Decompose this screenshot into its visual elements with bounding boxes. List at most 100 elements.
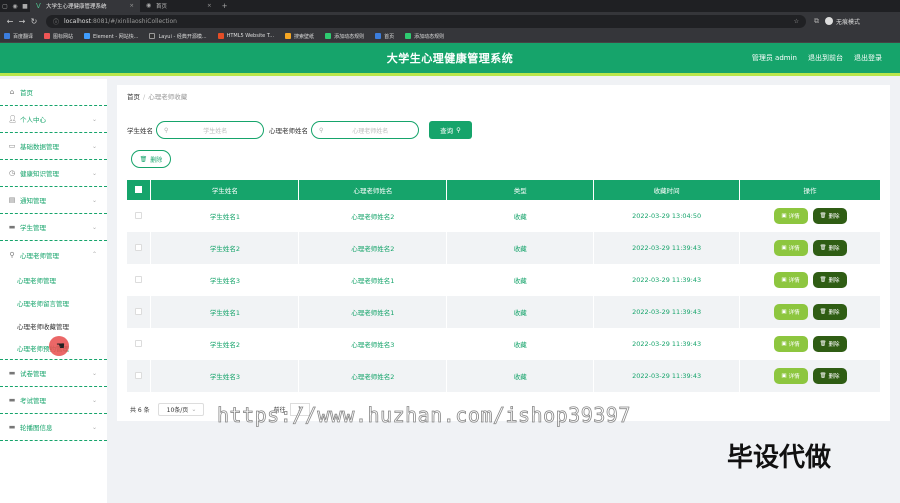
teacher-name-input[interactable]: ⚲ 心理老师姓名 (311, 121, 419, 139)
window-icon[interactable]: ▢ (0, 0, 10, 12)
new-tab-icon[interactable]: + (222, 2, 228, 10)
delete-button[interactable]: 🗑︎ 删除 (812, 240, 847, 256)
chevron-up-icon: ⌃ (91, 251, 97, 258)
sidebar-item-notice[interactable]: ▤ 通知管理 ⌄ (0, 187, 107, 214)
row-checkbox[interactable] (135, 243, 143, 251)
table-header-row: 学生姓名 心理老师姓名 类型 收藏时间 操作 (127, 180, 881, 200)
row-checkbox[interactable] (135, 371, 143, 379)
bookmark-item[interactable]: 添加动态规则 (405, 33, 444, 40)
trash-icon: 🗑︎ (139, 155, 148, 163)
card-icon: ▬ (8, 423, 16, 431)
globe-icon[interactable]: ◉ (10, 0, 20, 12)
close-tab-icon[interactable]: × (207, 3, 212, 9)
sidebar-item-health-knowledge[interactable]: ◷ 健康知识管理 ⌄ (0, 160, 107, 187)
cell-collect-time: 2022-03-29 11:39:43 (593, 296, 741, 328)
trash-icon: 🗑︎ (819, 213, 827, 219)
sidebar-subitem-teacher-collection[interactable]: 心理老师收藏管理 (0, 314, 107, 337)
bookmark-item[interactable]: 搜索壁纸 (285, 33, 314, 40)
bookmark-item[interactable]: 首页 (375, 33, 394, 40)
star-icon[interactable]: ☆ (794, 18, 799, 25)
caption-text: 毕设代做 (727, 443, 832, 473)
cell-collect-time: 2022-03-29 11:39:43 (593, 232, 741, 264)
teacher-name-placeholder: 心理老师姓名 (352, 127, 389, 135)
sidebar-item-exam[interactable]: ▬ 考试管理 ⌄ (0, 387, 107, 414)
url-path: :8081/#/xinlilaoshiCollection (90, 17, 177, 25)
row-checkbox[interactable] (135, 211, 143, 219)
bookmark-item[interactable]: Layui - 经典开源模... (149, 33, 207, 40)
row-checkbox[interactable] (135, 307, 143, 315)
cell-type: 收藏 (446, 296, 595, 328)
search-icon: ⚲ (164, 126, 169, 134)
sidebar-item-teacher[interactable]: ⚲ 心理老师管理 ⌃ (0, 241, 107, 268)
select-all-cell (127, 180, 152, 200)
sidebar-item-home[interactable]: ⌂ 首页 (0, 79, 107, 106)
sidebar-item-profile[interactable]: 👤︎ 个人中心 ⌄ (0, 106, 107, 133)
pager-total: 共 6 条 (130, 407, 150, 414)
detail-button[interactable]: ▣ 详情 (773, 272, 808, 288)
current-user: 管理员 admin (751, 54, 797, 62)
cell-actions: ▣ 详情 🗑︎ 删除 (739, 328, 881, 360)
bookmark-item[interactable]: 图标网站 (44, 33, 73, 40)
cell-student-name: 学生姓名1 (150, 296, 300, 328)
bookmark-item[interactable]: 添加动态规则 (325, 33, 364, 40)
sidebar-item-paper[interactable]: ▬ 试卷管理 ⌄ (0, 360, 107, 387)
detail-button[interactable]: ▣ 详情 (773, 304, 808, 320)
delete-button[interactable]: 🗑︎ 删除 (812, 208, 847, 224)
select-all-checkbox[interactable] (135, 185, 143, 193)
chevron-down-icon: ⌄ (91, 423, 97, 431)
search-icon: ⚲ (456, 126, 461, 134)
page-size-select[interactable]: 10条/页 ⌄ (157, 403, 204, 416)
detail-button[interactable]: ▣ 详情 (773, 336, 808, 352)
bookmark-item[interactable]: HTML5 Website T... (217, 33, 274, 39)
student-name-input[interactable]: ⚲ 学生姓名 (156, 121, 264, 139)
hand-cursor-icon: ☚ (56, 341, 65, 352)
cell-student-name: 学生姓名3 (150, 360, 300, 392)
delete-button[interactable]: 🗑︎ 删除 (812, 304, 847, 320)
close-tab-icon[interactable]: × (129, 3, 134, 9)
detail-button[interactable]: ▣ 详情 (773, 208, 808, 224)
chevron-down-icon: ⌄ (91, 369, 97, 377)
breadcrumb-home[interactable]: 首页 (127, 93, 140, 101)
user-icon: 👤︎ (8, 115, 17, 123)
chevron-down-icon: ⌄ (91, 115, 97, 123)
bookmark-item[interactable]: 百度翻译 (4, 33, 33, 40)
cell-collect-time: 2022-03-29 11:39:43 (593, 264, 741, 296)
sidebar-item-student[interactable]: ▬ 学生管理 ⌄ (0, 214, 107, 241)
header-type: 类型 (446, 180, 595, 200)
detail-button[interactable]: ▣ 详情 (773, 240, 808, 256)
query-button[interactable]: 查询 ⚲ (429, 121, 472, 139)
sidebar-subitem-teacher[interactable]: 心理老师管理 (0, 268, 107, 291)
bookmark-item[interactable]: Element - 网站快... (84, 33, 138, 40)
profile-button[interactable]: 无痕模式 (825, 17, 860, 26)
extensions-icon[interactable]: ⧉ (814, 17, 819, 26)
chevron-down-icon: ⌄ (91, 396, 97, 404)
browser-tab-active[interactable]: V 大学生心理健康管理系统 × (30, 0, 140, 12)
collection-table: 学生姓名 心理老师姓名 类型 收藏时间 操作 学生姓名1 心理老师姓名2 收藏 … (127, 180, 881, 392)
row-checkbox[interactable] (135, 275, 143, 283)
tab-square-icon[interactable]: ■ (20, 0, 30, 12)
search-icon: ⚲ (319, 126, 324, 134)
sidebar-item-carousel[interactable]: ▬ 轮播图信息 ⌄ (0, 414, 107, 441)
browser-tab-second[interactable]: ◉ 首页 × (140, 0, 218, 12)
delete-button[interactable]: 🗑︎ 删除 (812, 368, 847, 384)
detail-button[interactable]: ▣ 详情 (773, 368, 808, 384)
row-checkbox[interactable] (135, 339, 143, 347)
to-front-link[interactable]: 退出到前台 (808, 53, 843, 63)
doc-icon: ▤ (8, 196, 16, 204)
delete-button[interactable]: 🗑︎ 删除 (812, 272, 847, 288)
forward-icon[interactable]: → (16, 17, 28, 26)
header-student-name: 学生姓名 (150, 180, 300, 200)
logout-link[interactable]: 退出登录 (854, 53, 882, 63)
delete-button[interactable]: 🗑︎ 删除 (812, 336, 847, 352)
batch-delete-button[interactable]: 🗑︎ 删除 (131, 150, 171, 168)
chevron-down-icon: ⌄ (191, 406, 197, 413)
url-input[interactable]: ⓘ localhost :8081/#/xinlilaoshiCollectio… (46, 14, 806, 28)
sidebar-subitem-teacher-message[interactable]: 心理老师留言管理 (0, 291, 107, 314)
cell-actions: ▣ 详情 🗑︎ 删除 (739, 360, 881, 392)
back-icon[interactable]: ← (4, 17, 16, 26)
cell-actions: ▣ 详情 🗑︎ 删除 (739, 264, 881, 296)
detail-icon: ▣ (781, 277, 787, 283)
table-row: 学生姓名3 心理老师姓名1 收藏 2022-03-29 11:39:43 ▣ 详情… (127, 264, 881, 296)
sidebar-item-base-data[interactable]: ▭ 基础数据管理 ⌄ (0, 133, 107, 160)
reload-icon[interactable]: ↻ (28, 17, 40, 26)
